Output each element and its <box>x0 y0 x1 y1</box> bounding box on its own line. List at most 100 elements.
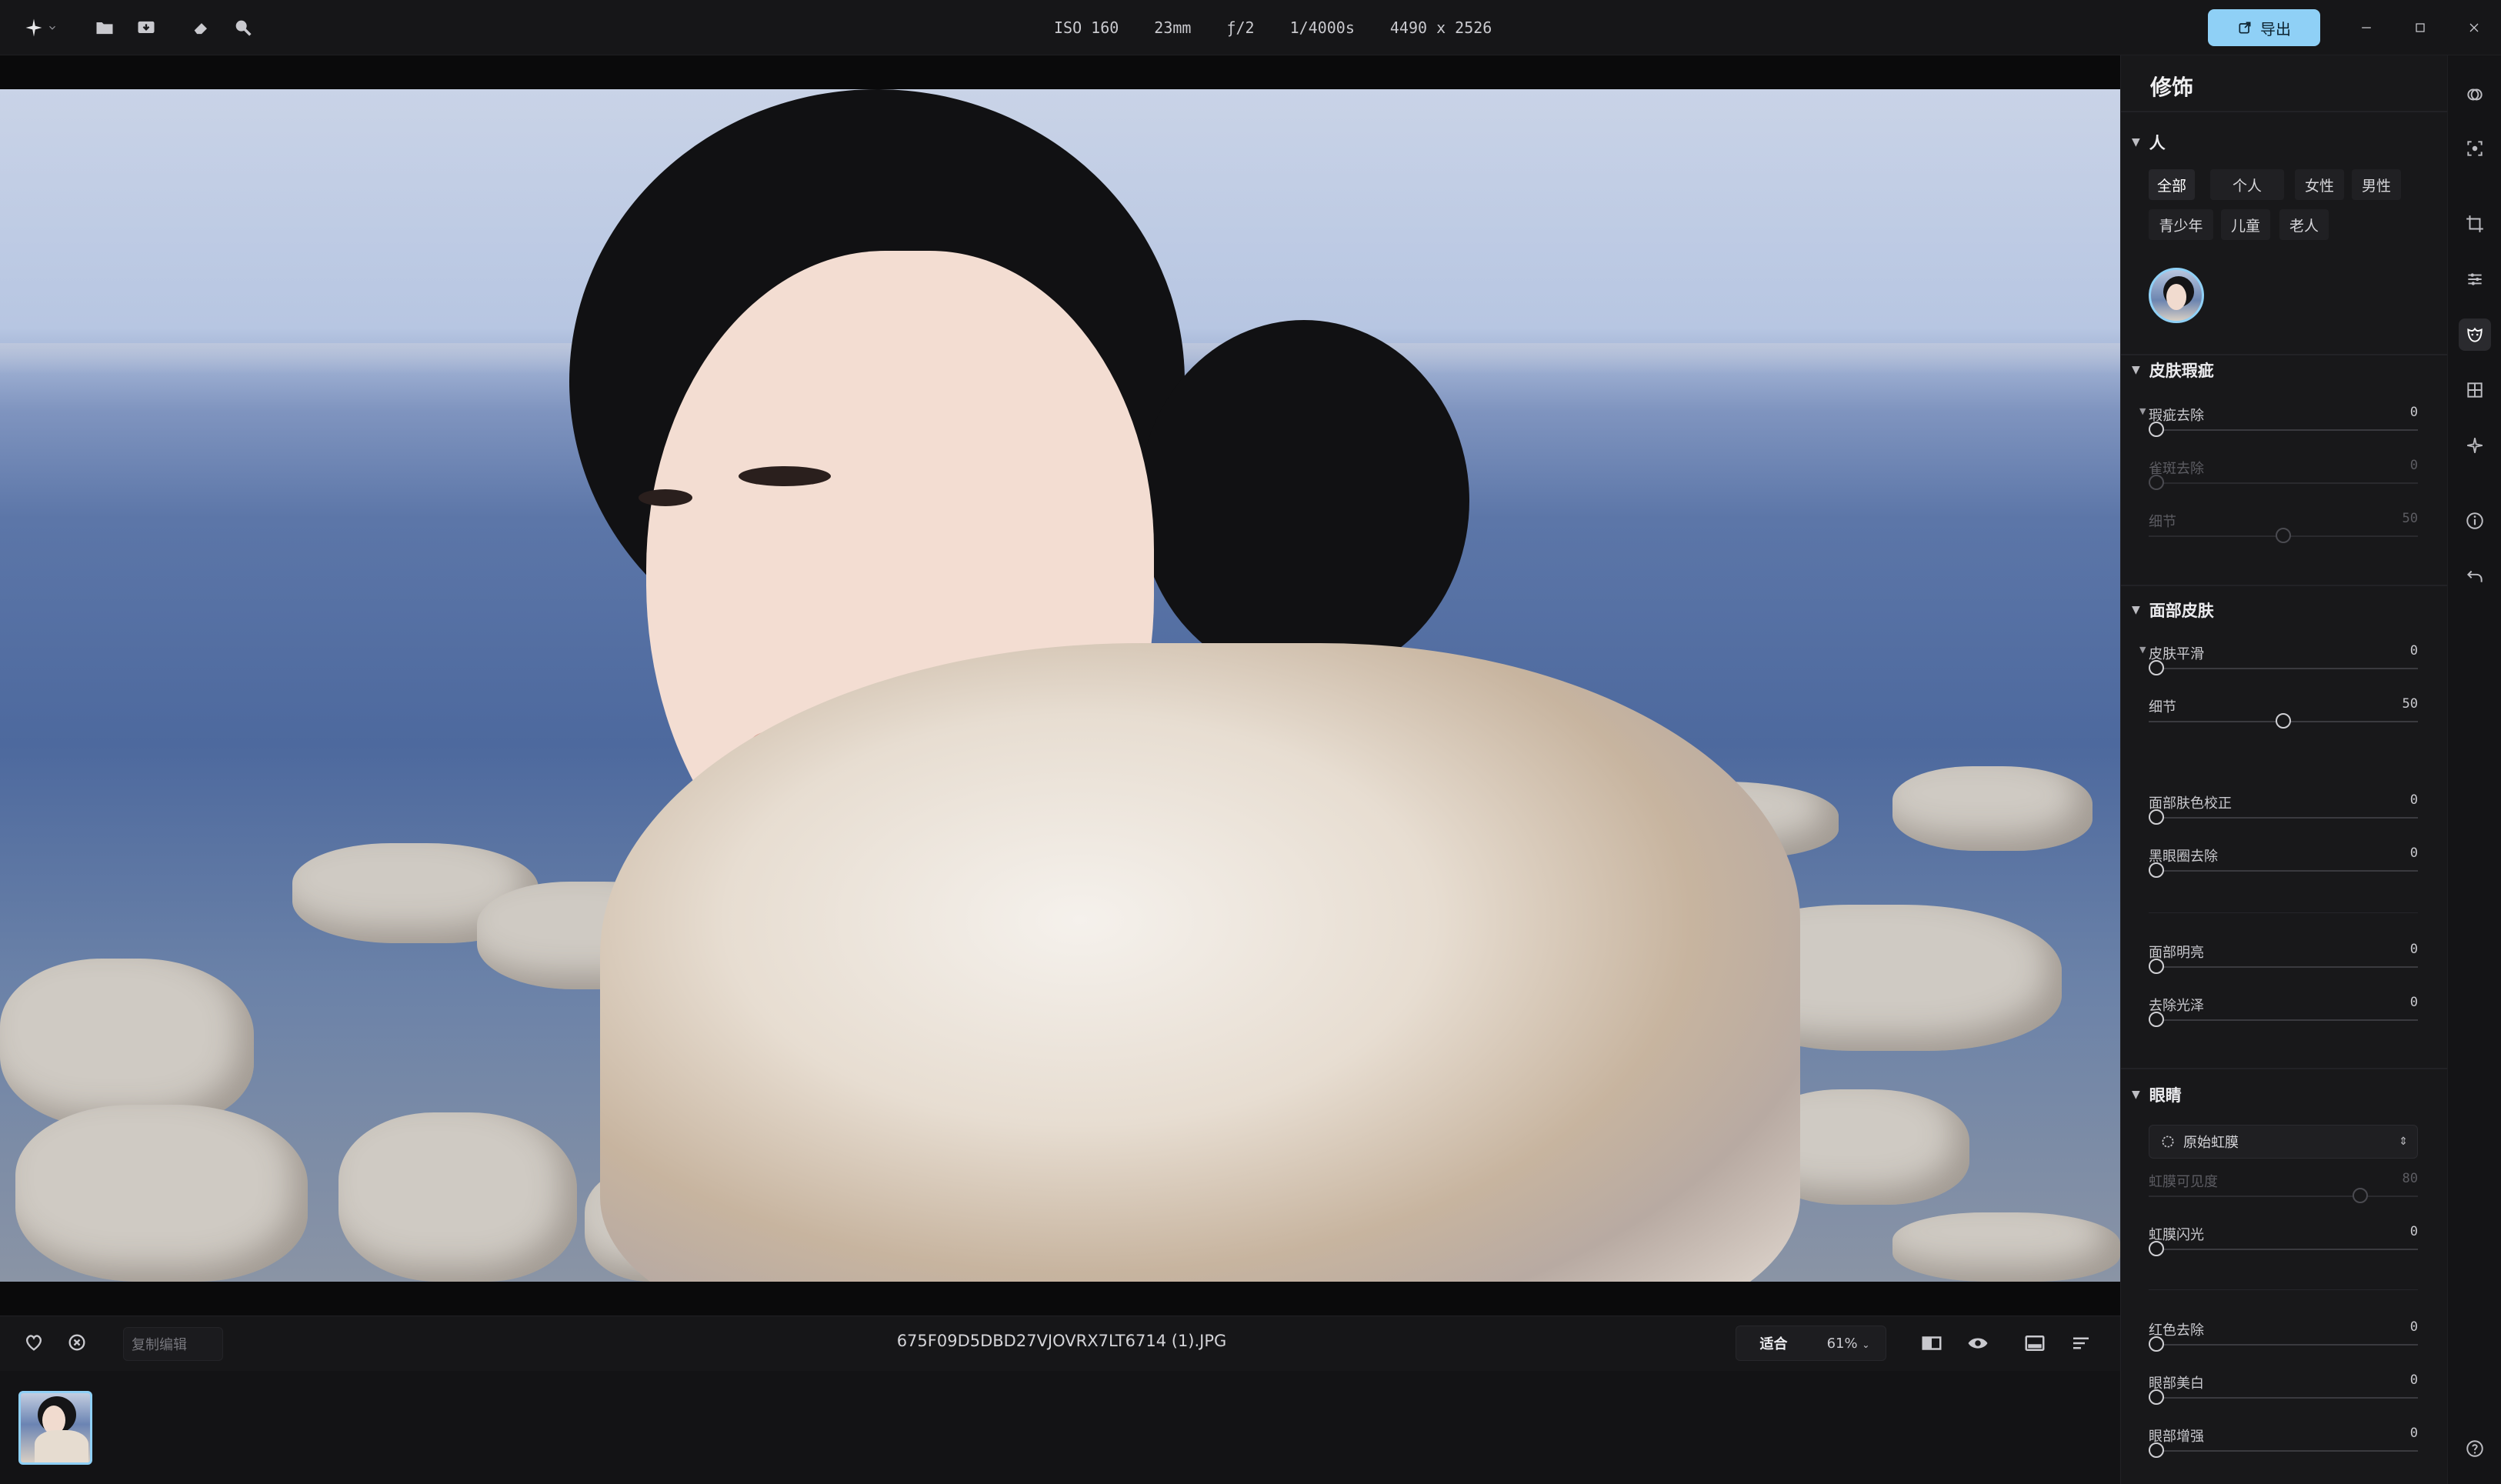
slider-value: 50 <box>2402 696 2418 712</box>
slider-knob[interactable] <box>2149 1336 2164 1352</box>
folder-icon[interactable] <box>91 14 118 42</box>
info-icon[interactable] <box>2459 505 2491 537</box>
reject-icon[interactable] <box>66 1332 91 1356</box>
filmstrip-toggle-icon[interactable] <box>2023 1332 2046 1358</box>
grid-icon[interactable] <box>2459 374 2491 406</box>
slider-value: 0 <box>2409 1372 2418 1388</box>
search-icon[interactable] <box>229 14 257 42</box>
eraser-icon[interactable] <box>188 14 215 42</box>
app-logo-icon[interactable] <box>20 14 48 42</box>
slider-knob[interactable] <box>2149 862 2164 878</box>
close-button[interactable] <box>2459 12 2489 43</box>
section-eyes-header[interactable]: ▼ 眼睛 <box>2132 1083 2182 1106</box>
file-name: 675F09D5DBD27VJOVRX7LT6714 (1).JPG <box>896 1332 1227 1350</box>
aperture-value: ƒ/2 <box>1226 18 1255 37</box>
slider-value: 0 <box>2409 942 2418 957</box>
slider-track[interactable] <box>2149 429 2418 431</box>
slider-knob[interactable] <box>2149 1241 2164 1256</box>
minimize-button[interactable] <box>2351 12 2382 43</box>
slider-track[interactable] <box>2149 1019 2418 1021</box>
slider-knob <box>2276 528 2291 543</box>
chip-male[interactable]: 男性 <box>2352 169 2401 200</box>
select-subject-icon[interactable] <box>2459 132 2491 165</box>
crop-icon[interactable] <box>2459 208 2491 240</box>
slider-value: 0 <box>2409 405 2418 420</box>
maximize-icon <box>2416 23 2425 32</box>
caret-down-icon: ▼ <box>2139 645 2146 655</box>
section-eyes-title: 眼睛 <box>2149 1086 2182 1105</box>
slider-knob[interactable] <box>2276 713 2291 729</box>
slider-knob <box>2149 475 2164 490</box>
adjust-icon[interactable] <box>2459 263 2491 295</box>
slider-knob[interactable] <box>2149 959 2164 974</box>
chip-child[interactable]: 儿童 <box>2221 209 2270 240</box>
slider-value: 0 <box>2409 458 2418 473</box>
iso-value: ISO 160 <box>1054 18 1119 37</box>
slider-knob[interactable] <box>2149 660 2164 675</box>
slider-value: 0 <box>2409 643 2418 659</box>
maximize-button[interactable] <box>2405 12 2436 43</box>
chip-teen[interactable]: 青少年 <box>2149 209 2213 240</box>
iris-select[interactable]: 原始虹膜 ⇕ <box>2149 1125 2418 1159</box>
caret-down-icon: ▼ <box>2132 136 2140 148</box>
slider-value: 0 <box>2409 1319 2418 1335</box>
section-people-header[interactable]: ▼ 人 <box>2132 131 2166 154</box>
export-button[interactable]: 导出 <box>2208 9 2320 46</box>
chevron-down-icon[interactable] <box>45 14 60 42</box>
preview-eye-icon[interactable] <box>1966 1332 1989 1358</box>
zoom-value: 61% <box>1826 1335 1858 1352</box>
compare-icon[interactable] <box>1920 1332 1943 1358</box>
photo-preview[interactable] <box>0 89 2120 1282</box>
slider-value: 50 <box>2402 511 2418 526</box>
slider-track[interactable] <box>2149 1450 2418 1452</box>
import-icon[interactable] <box>132 14 160 42</box>
photo-metadata: ISO 160 23mm ƒ/2 1/4000s 4490 x 2526 <box>1054 15 1492 40</box>
section-face-skin-header[interactable]: ▼ 面部皮肤 <box>2132 599 2214 622</box>
section-blemish-title: 皮肤瑕疵 <box>2149 362 2214 380</box>
fit-button[interactable]: 适合 <box>1736 1333 1811 1353</box>
slider-knob[interactable] <box>2149 1389 2164 1405</box>
zoom-dropdown[interactable]: 61% ⌄ <box>1811 1336 1886 1352</box>
close-icon <box>2469 23 2479 32</box>
section-blemish-header[interactable]: ▼ 皮肤瑕疵 <box>2132 358 2214 382</box>
slider-track[interactable] <box>2149 1397 2418 1399</box>
slider-knob[interactable] <box>2149 1012 2164 1027</box>
ai-spark-icon[interactable] <box>2459 429 2491 462</box>
chevron-down-icon: ⌄ <box>1862 1339 1870 1350</box>
focal-length-value: 23mm <box>1154 18 1192 37</box>
section-face-skin-title: 面部皮肤 <box>2149 602 2214 620</box>
slider-track[interactable] <box>2149 817 2418 819</box>
sort-icon[interactable] <box>2069 1332 2093 1358</box>
undo-icon[interactable] <box>2459 560 2491 592</box>
slider-track[interactable] <box>2149 668 2418 669</box>
chip-senior[interactable]: 老人 <box>2279 209 2329 240</box>
retouch-icon[interactable] <box>2459 318 2491 351</box>
slider-label: 面部肤色校正 <box>2149 795 2232 812</box>
slider-track[interactable] <box>2149 966 2418 968</box>
slider-track[interactable] <box>2149 1344 2418 1346</box>
favorite-icon[interactable] <box>23 1332 48 1356</box>
slider-track <box>2149 1196 2418 1197</box>
help-icon[interactable] <box>2459 1432 2491 1465</box>
copy-edit-input[interactable]: 复制编辑 <box>123 1327 223 1361</box>
section-people-title: 人 <box>2149 134 2166 152</box>
image-canvas[interactable] <box>0 55 2120 1316</box>
slider-knob[interactable] <box>2149 809 2164 825</box>
mask-icon[interactable] <box>2459 78 2491 111</box>
slider-knob[interactable] <box>2149 422 2164 437</box>
chip-all[interactable]: 全部 <box>2149 169 2195 200</box>
status-bar: 复制编辑 675F09D5DBD27VJOVRX7LT6714 (1).JPG … <box>0 1316 2120 1371</box>
slider-track[interactable] <box>2149 1249 2418 1250</box>
slider-value: 0 <box>2409 792 2418 808</box>
filmstrip-thumbnail[interactable] <box>18 1391 92 1465</box>
shutter-speed-value: 1/4000s <box>1289 18 1355 37</box>
slider-value: 0 <box>2409 845 2418 861</box>
face-avatar[interactable] <box>2149 268 2204 323</box>
tool-rail <box>2447 55 2501 1484</box>
slider-knob[interactable] <box>2149 1442 2164 1458</box>
slider-track <box>2149 482 2418 484</box>
chip-female[interactable]: 女性 <box>2295 169 2344 200</box>
iris-select-value: 原始虹膜 <box>2183 1135 2239 1151</box>
chip-individual[interactable]: 个人 <box>2210 169 2284 200</box>
slider-track[interactable] <box>2149 870 2418 872</box>
